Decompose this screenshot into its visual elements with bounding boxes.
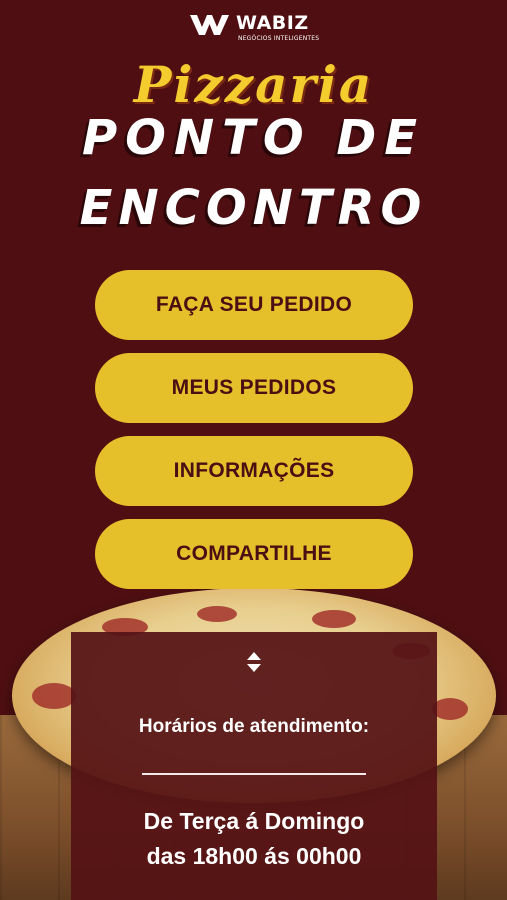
share-button[interactable]: COMPARTILHE bbox=[95, 519, 413, 589]
page-title-line-2: ENCONTRO bbox=[79, 180, 428, 236]
expand-collapse-icon[interactable] bbox=[245, 650, 263, 674]
brand-tagline: NEGÓCIOS INTELIGENTES bbox=[238, 35, 320, 42]
place-order-button[interactable]: FAÇA SEU PEDIDO bbox=[95, 270, 413, 340]
page-title-line-1: PONTO DE bbox=[81, 110, 426, 166]
brand-header: WABIZ NEGÓCIOS INTELIGENTES bbox=[0, 10, 507, 46]
information-button[interactable]: INFORMAÇÕES bbox=[95, 436, 413, 506]
divider bbox=[142, 773, 366, 775]
script-title: Pizzaria bbox=[133, 55, 374, 114]
main-menu: FAÇA SEU PEDIDO MEUS PEDIDOS INFORMAÇÕES… bbox=[95, 270, 413, 602]
wabiz-logo-icon bbox=[190, 15, 229, 35]
opening-days: De Terça á Domingo bbox=[143, 808, 365, 834]
brand-name: WABIZ bbox=[236, 12, 309, 34]
opening-hours-title: Horários de atendimento: bbox=[138, 716, 370, 737]
opening-time: das 18h00 ás 00h00 bbox=[146, 843, 362, 869]
app-screen: WABIZ NEGÓCIOS INTELIGENTES Pizzaria PON… bbox=[0, 0, 507, 900]
my-orders-button[interactable]: MEUS PEDIDOS bbox=[95, 353, 413, 423]
opening-hours-panel: Horários de atendimento: De Terça á Domi… bbox=[71, 632, 437, 900]
